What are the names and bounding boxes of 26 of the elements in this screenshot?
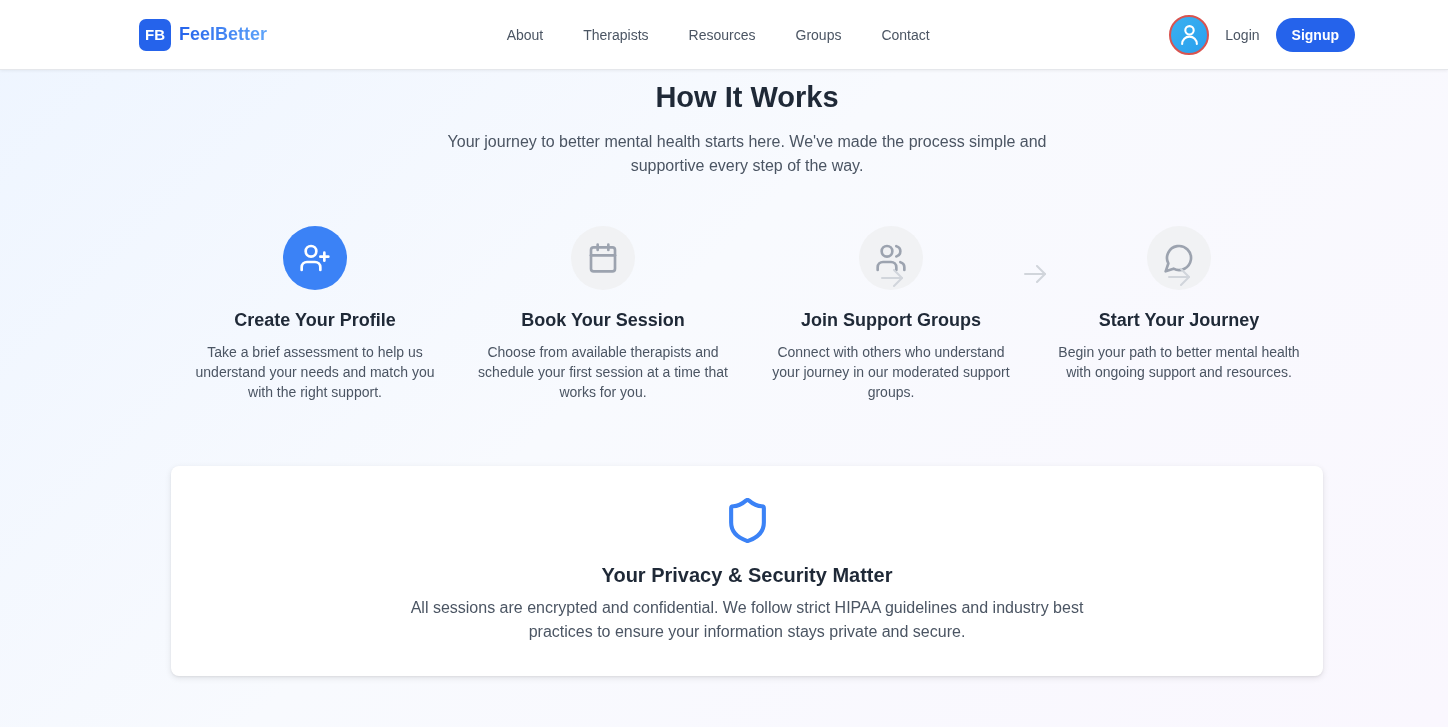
section-title: How It Works [655, 80, 839, 115]
profile-button[interactable] [1169, 14, 1210, 55]
nav-link[interactable]: Contact [881, 26, 930, 43]
login-link[interactable]: Login [1225, 26, 1260, 43]
right-arrow-icon [881, 269, 903, 287]
signup-button[interactable]: Signup [1275, 17, 1355, 52]
section-subtitle: Your journey to better mental health starts here. We've made the process simple and supportive every step of the way. [446, 132, 1048, 176]
privacy-title: Your Privacy & Security Matter [601, 563, 893, 588]
logo-mark[interactable]: FB [139, 18, 171, 51]
step-description: Choose from available therapists and schedule your first session at a time that works for you. [477, 343, 729, 402]
nav-link[interactable]: Therapists [583, 26, 649, 43]
shield-icon [728, 498, 766, 543]
nav-link[interactable]: Groups [795, 26, 842, 43]
step-title: Join Support Groups [801, 309, 981, 332]
step-title: Start Your Journey [1098, 309, 1260, 332]
nav-link[interactable]: Resources [688, 26, 756, 43]
nav-link[interactable]: About [506, 26, 544, 43]
user-icon [1180, 24, 1198, 45]
step-description: Take a brief assessment to help us understand your needs and match you with the right support. [194, 343, 436, 402]
privacy-text: All sessions are encrypted and confidential. We follow strict HIPAA guidelines and industry best practices to ensure your information stays private and secure. [409, 598, 1085, 642]
step-title: Book Your Session [521, 309, 685, 332]
step-description: Begin your path to better mental health with ongoing support and resources. [1057, 343, 1301, 382]
right-arrow-icon [1024, 265, 1046, 283]
step-title: Create Your Profile [234, 309, 396, 332]
right-arrow-icon [1168, 268, 1190, 286]
step-description: Connect with others who understand your journey in our moderated support groups. [771, 343, 1011, 402]
